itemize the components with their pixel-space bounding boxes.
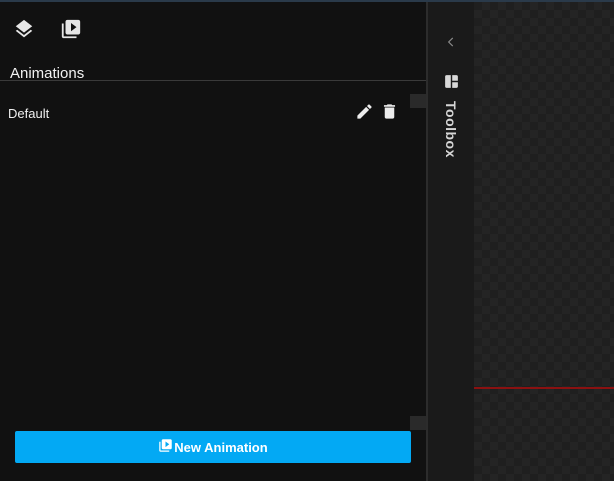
pencil-icon xyxy=(355,102,374,126)
toolbox-label[interactable]: Toolbox xyxy=(443,101,459,158)
scrollbar-up-arrow[interactable] xyxy=(410,94,426,108)
toolbox-icon xyxy=(441,71,461,91)
animation-list-item[interactable]: Default xyxy=(0,100,410,128)
collapse-toolbox-button[interactable] xyxy=(441,34,461,54)
edit-animation-button[interactable] xyxy=(354,104,374,124)
layers-button[interactable] xyxy=(10,17,38,45)
scrollbar-down-arrow[interactable] xyxy=(410,416,426,430)
canvas-area[interactable] xyxy=(474,2,614,481)
delete-animation-button[interactable] xyxy=(379,104,399,124)
canvas-guide-line xyxy=(474,387,614,389)
trash-icon xyxy=(380,102,399,126)
layers-icon xyxy=(13,18,35,45)
new-animation-button[interactable]: New Animation xyxy=(15,431,411,463)
animation-name: Default xyxy=(8,106,50,121)
chevron-left-icon xyxy=(444,35,458,54)
animation-library-icon xyxy=(158,438,173,456)
new-animation-label: New Animation xyxy=(174,439,268,455)
section-divider xyxy=(0,80,426,81)
animation-library-icon xyxy=(60,18,82,45)
animations-button[interactable] xyxy=(57,17,85,45)
